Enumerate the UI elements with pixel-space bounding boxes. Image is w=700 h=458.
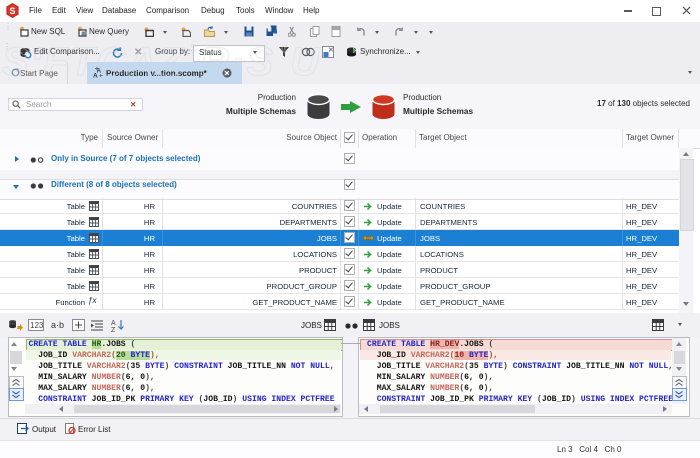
svg-text:Z: Z — [111, 327, 116, 332]
svg-text:123: 123 — [30, 321, 44, 330]
svg-text:A: A — [111, 320, 116, 327]
svg-text:A: A — [93, 73, 98, 79]
svg-text:S: S — [10, 6, 16, 16]
